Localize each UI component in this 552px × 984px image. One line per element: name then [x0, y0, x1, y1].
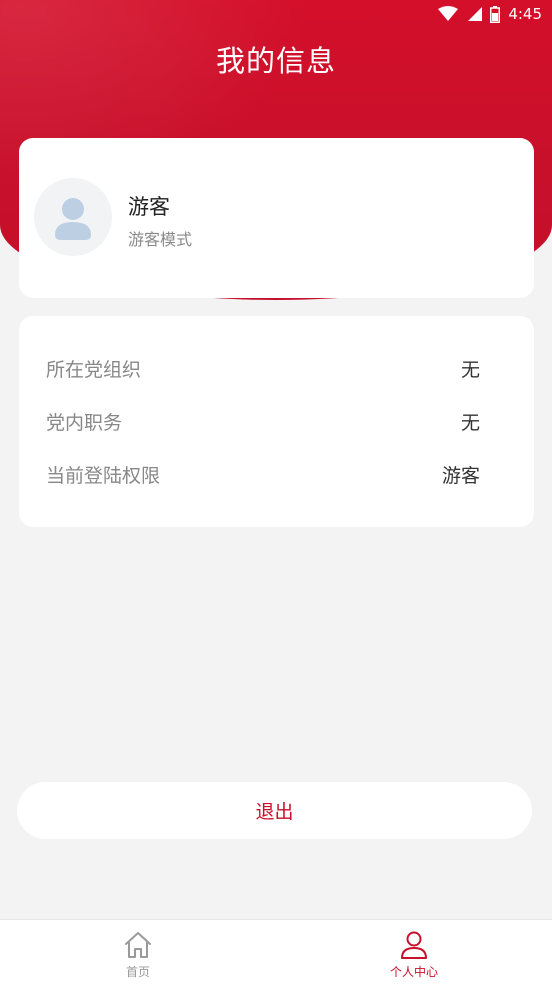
- tab-label: 首页: [125, 965, 150, 979]
- user-name: 游客: [128, 195, 170, 219]
- status-time: 4:45: [508, 5, 542, 23]
- tab-personal-center[interactable]: 个人中心: [276, 920, 552, 984]
- bottom-tab-bar: 首页 个人中心: [0, 919, 552, 984]
- avatar: [34, 178, 112, 256]
- signal-icon: [466, 6, 483, 22]
- info-value: 游客: [441, 464, 480, 487]
- home-icon: [122, 929, 154, 961]
- logout-button[interactable]: 退出: [17, 782, 532, 839]
- user-mode: 游客模式: [128, 230, 193, 249]
- user-icon: [398, 929, 430, 961]
- info-row-organization: 所在党组织 无: [46, 353, 480, 383]
- info-value: 无: [460, 358, 480, 381]
- info-card: 所在党组织 无 党内职务 无 当前登陆权限 游客: [19, 316, 534, 527]
- avatar-person-icon: [55, 198, 91, 240]
- info-label: 党内职务: [46, 411, 123, 434]
- battery-icon: [490, 5, 501, 23]
- info-label: 所在党组织: [46, 358, 142, 381]
- page-title: 我的信息: [215, 44, 336, 78]
- status-bar: 4:45: [0, 0, 552, 28]
- tab-label: 个人中心: [389, 965, 438, 979]
- info-label: 当前登陆权限: [46, 464, 161, 487]
- info-row-permission: 当前登陆权限 游客: [46, 459, 480, 489]
- profile-card: 游客 游客模式: [19, 138, 534, 298]
- wifi-icon: [438, 6, 459, 22]
- tab-home[interactable]: 首页: [0, 920, 276, 984]
- info-row-position: 党内职务 无: [46, 406, 480, 436]
- info-value: 无: [460, 411, 480, 434]
